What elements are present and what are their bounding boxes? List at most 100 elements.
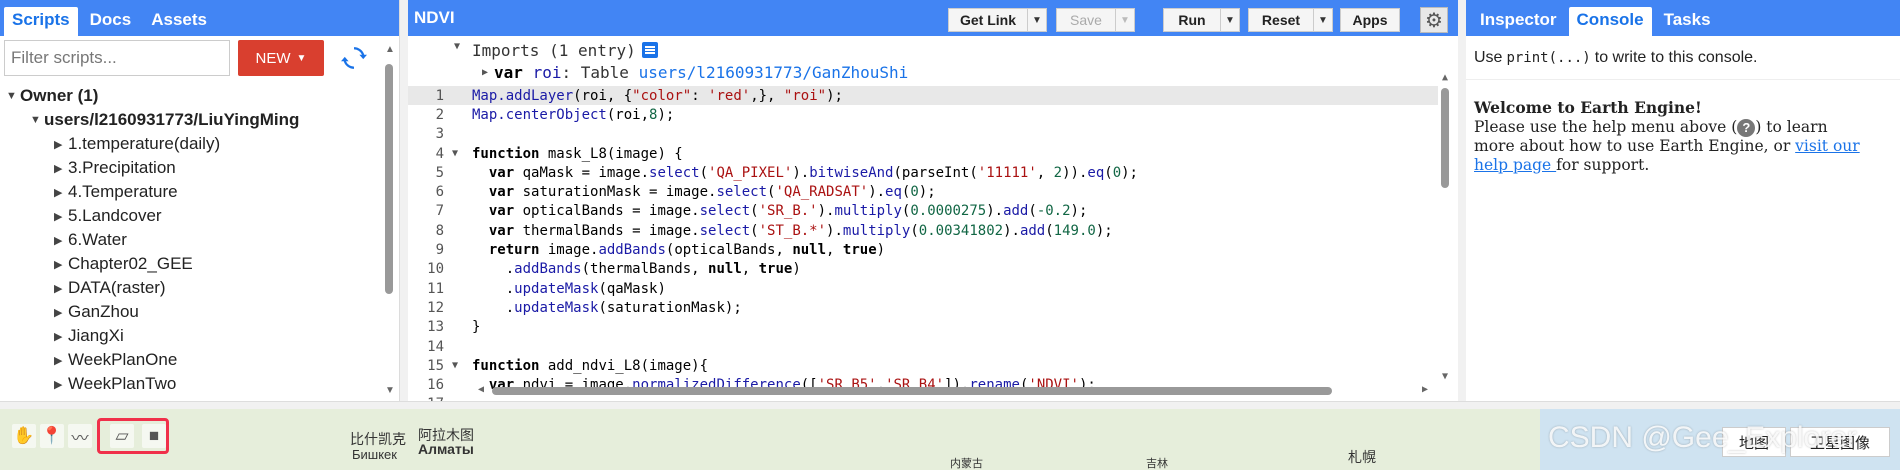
code-line[interactable]: 10 .addBands(thermalBands, null, true): [408, 260, 1438, 279]
tree-folder[interactable]: ▶ WeekPlanOne: [0, 348, 382, 372]
code-line[interactable]: 1 Map.addLayer(roi, {"color": 'red',}, "r…: [408, 86, 1438, 106]
tab-console[interactable]: Console: [1568, 7, 1652, 36]
line-number: 13: [427, 319, 444, 336]
right-panel: Inspector Console Tasks Use print(...) t…: [1466, 0, 1900, 401]
code-line[interactable]: 5 var qaMask = image.select('QA_PIXEL').…: [408, 163, 1438, 182]
fold-caret-icon[interactable]: ▼: [448, 148, 462, 159]
left-splitter[interactable]: [400, 0, 408, 401]
code-line[interactable]: 11 .updateMask(qaMask): [408, 279, 1438, 298]
import-var-type: Table: [580, 62, 629, 82]
tree-folder[interactable]: ▶ 3.Precipitation: [0, 156, 382, 180]
editor-vscrollbar[interactable]: ▲ ▼: [1438, 72, 1452, 382]
line-icon[interactable]: 〰: [68, 424, 92, 448]
marker-icon[interactable]: 📍: [40, 424, 64, 448]
new-button[interactable]: NEW ▼: [238, 40, 324, 76]
tree-folder[interactable]: ▶ WeekPlanTwo: [0, 372, 382, 396]
tab-tasks[interactable]: Tasks: [1656, 7, 1719, 36]
caret-right-icon: ▶: [54, 258, 63, 271]
save-dropdown-icon[interactable]: ▼: [1115, 8, 1135, 32]
code-line[interactable]: 9 return image.addBands(opticalBands, nu…: [408, 240, 1438, 259]
map-label: 内蒙古: [950, 458, 983, 470]
code-line[interactable]: 6 var saturationMask = image.select('QA_…: [408, 182, 1438, 201]
scrollbar-thumb[interactable]: [385, 64, 393, 294]
tab-docs[interactable]: Docs: [82, 7, 140, 36]
tree-repo[interactable]: ▼ users/l2160931773/LiuYingMing: [0, 108, 382, 132]
code-text: return image.addBands(opticalBands, null…: [488, 242, 886, 259]
tab-inspector[interactable]: Inspector: [1472, 7, 1565, 36]
gear-icon[interactable]: ⚙: [1420, 7, 1448, 33]
filter-scripts-input[interactable]: Filter scripts...: [4, 40, 230, 76]
reset-button[interactable]: Reset: [1248, 8, 1314, 32]
code-line[interactable]: 3: [408, 125, 1438, 144]
code-text: .addBands(thermalBands, null, true): [472, 261, 801, 278]
scroll-right-icon[interactable]: ▶: [1422, 384, 1428, 395]
tree-folder[interactable]: ▶ GanZhou: [0, 300, 382, 324]
save-button[interactable]: Save: [1056, 8, 1116, 32]
tree-folder[interactable]: ▶ 5.Landcover: [0, 204, 382, 228]
scripts-scrollbar[interactable]: ▲ ▼: [383, 42, 397, 398]
get-link-dropdown-icon[interactable]: ▼: [1027, 8, 1047, 32]
caret-right-icon[interactable]: ▶: [482, 67, 488, 78]
right-splitter[interactable]: [1458, 0, 1466, 401]
tree-folder[interactable]: ▶ 6.Water: [0, 228, 382, 252]
scroll-up-icon[interactable]: ▲: [383, 44, 397, 55]
run-dropdown-icon[interactable]: ▼: [1220, 8, 1240, 32]
code-line[interactable]: 4 ▼ function mask_L8(image) {: [408, 144, 1438, 163]
code-text: var saturationMask = image.select('QA_RA…: [488, 184, 936, 201]
hint-suffix: to write to this console.: [1594, 48, 1758, 66]
code-line[interactable]: 2 Map.centerObject(roi,8);: [408, 105, 1438, 124]
fold-caret-icon[interactable]: ▼: [448, 360, 462, 371]
caret-right-icon: ▶: [54, 330, 63, 343]
map-label: Алматы: [418, 441, 474, 457]
map-label: 札幌: [1348, 449, 1376, 465]
highlight-box: [97, 418, 169, 454]
scrollbar-thumb[interactable]: [492, 387, 1332, 395]
caret-right-icon: ▶: [54, 234, 63, 247]
line-number: 2: [435, 106, 444, 123]
caret-down-icon[interactable]: ▼: [454, 41, 460, 52]
watermark: CSDN @Gee_Explorer: [1548, 421, 1857, 454]
list-icon[interactable]: [641, 42, 658, 58]
get-link-button[interactable]: Get Link: [948, 8, 1028, 32]
tab-assets[interactable]: Assets: [143, 7, 215, 36]
code-line[interactable]: 7 var opticalBands = image.select('SR_B.…: [408, 202, 1438, 221]
code-line[interactable]: 12 .updateMask(saturationMask);: [408, 298, 1438, 317]
code-line[interactable]: 13}: [408, 318, 1438, 337]
apps-button[interactable]: Apps: [1340, 8, 1400, 32]
caret-right-icon: ▶: [54, 210, 63, 223]
caret-right-icon: ▶: [54, 282, 63, 295]
code-line[interactable]: 14: [408, 337, 1438, 356]
tree-folder[interactable]: ▶ Chapter02_GEE: [0, 252, 382, 276]
scroll-down-icon[interactable]: ▼: [383, 385, 397, 396]
tree-owner[interactable]: ▼ Owner (1): [0, 84, 382, 108]
code-line[interactable]: 8 var thermalBands = image.select('ST_B.…: [408, 221, 1438, 240]
map-divider[interactable]: [0, 401, 1900, 409]
editor-hscrollbar[interactable]: ◀ ▶: [478, 384, 1428, 398]
tab-scripts[interactable]: Scripts: [4, 7, 78, 36]
import-table-link[interactable]: users/l2160931773/GanZhouShi: [639, 63, 909, 82]
imports-section: ▼ Imports (1 entry) ▶ var roi: Table use…: [408, 36, 1458, 86]
tree-folder[interactable]: ▶ JiangXi: [0, 324, 382, 348]
code-editor[interactable]: ▼ Imports (1 entry) ▶ var roi: Table use…: [408, 36, 1458, 401]
scroll-up-icon[interactable]: ▲: [1438, 72, 1452, 83]
scroll-left-icon[interactable]: ◀: [478, 384, 484, 395]
map-view[interactable]: 比什凯克 Бишкек 阿拉木图 Алматы 内蒙古 吉林 札幌 ✋ 📍 〰 …: [0, 409, 1900, 470]
reset-dropdown-icon[interactable]: ▼: [1313, 8, 1333, 32]
scrollbar-thumb[interactable]: [1441, 88, 1449, 188]
pan-hand-icon[interactable]: ✋: [12, 424, 36, 448]
tree-folder[interactable]: ▶ DATA(raster): [0, 276, 382, 300]
run-button[interactable]: Run: [1163, 8, 1221, 32]
tree-folder[interactable]: ▶ 4.Temperature: [0, 180, 382, 204]
scroll-down-icon[interactable]: ▼: [1438, 371, 1452, 382]
line-number: 16: [427, 377, 444, 394]
line-number: 9: [435, 242, 444, 259]
welcome-text: for support.: [1556, 156, 1650, 174]
new-button-label: NEW: [255, 49, 291, 67]
tree-folder[interactable]: ▶ 1.temperature(daily): [0, 132, 382, 156]
welcome-text: more about how to use Earth Engine, or: [1474, 137, 1796, 155]
code-line[interactable]: 15 ▼ function add_ndvi_L8(image){: [408, 356, 1438, 375]
refresh-icon[interactable]: [340, 44, 368, 72]
import-var-keyword: var: [494, 62, 523, 82]
code-text: function add_ndvi_L8(image){: [472, 357, 709, 374]
import-var-name[interactable]: roi: [533, 63, 562, 82]
